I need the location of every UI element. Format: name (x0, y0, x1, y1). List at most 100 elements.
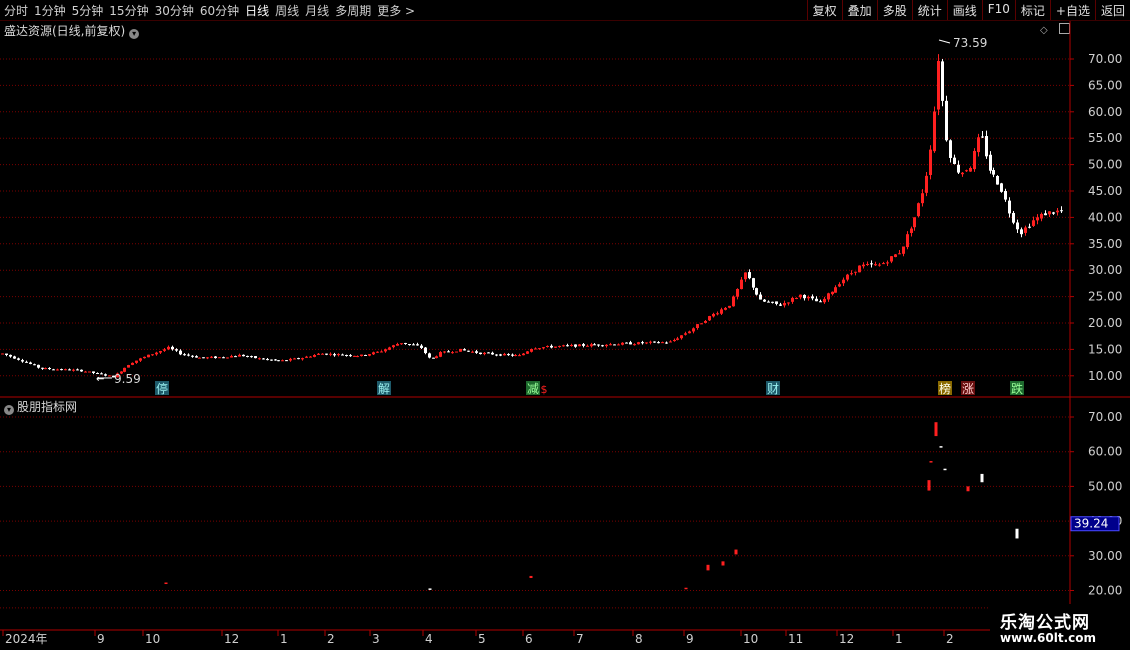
candle-body (266, 359, 269, 361)
candle-body (712, 313, 715, 317)
candle-body (866, 263, 869, 265)
candle-body (1000, 183, 1003, 192)
time-label: 2 (327, 632, 335, 646)
candle-body (175, 349, 178, 351)
candle-body (159, 351, 162, 353)
indicator-bar (927, 480, 931, 491)
candle-body (645, 342, 648, 344)
candle-body (33, 364, 36, 366)
time-label: 5 (478, 632, 486, 646)
indicator-bar (684, 587, 688, 590)
indicator-bar (943, 468, 947, 471)
candle-body (64, 369, 67, 371)
candle-body (902, 246, 905, 254)
price-tick-label: 30.00 (1088, 263, 1122, 277)
price-tick-label: 55.00 (1088, 131, 1122, 145)
candle-body (1044, 213, 1047, 216)
candle-body (325, 353, 328, 355)
candle-body (973, 150, 976, 170)
candle-body (708, 316, 711, 321)
kline-chart[interactable]: 70.00 65.00 60.00 55.00 50.00 45.00 40.00 35.00… (0, 0, 1130, 650)
event-tag: 停 (156, 381, 168, 396)
candle-body (665, 342, 668, 344)
candle-body (1040, 213, 1043, 219)
candle-body (590, 344, 593, 347)
candle-body (84, 371, 87, 373)
candle-body (1016, 222, 1019, 230)
candle-body (443, 351, 446, 353)
candle-body (380, 351, 383, 353)
candle-body (890, 256, 893, 262)
watermark: 乐淘公式网 www.60lt.com (990, 604, 1130, 650)
candle-body (767, 301, 770, 303)
candle-body (475, 351, 478, 353)
candle-body (910, 228, 913, 233)
candle-body (949, 140, 952, 158)
candle-body (842, 279, 845, 284)
candle-body (724, 307, 727, 310)
candle-body (353, 355, 356, 357)
candle-body (673, 339, 676, 342)
candle-body (392, 345, 395, 348)
candle-body (408, 344, 411, 346)
indicator-tick-label: 70.00 (1088, 410, 1122, 424)
indicator-bar (934, 422, 938, 437)
candle-body (499, 354, 502, 356)
candle-body (684, 333, 687, 335)
watermark-url: www.60lt.com (1000, 631, 1097, 645)
candle-body (831, 291, 834, 295)
candle-body (526, 351, 529, 354)
candle-body (416, 344, 419, 346)
candle-body (511, 354, 514, 356)
candle-body (744, 272, 747, 280)
indicator-bar (980, 473, 984, 483)
candle-body (906, 234, 909, 248)
candle-body (372, 352, 375, 355)
indicator-bar (1015, 528, 1019, 539)
candle-body (653, 341, 656, 343)
candle-body (104, 374, 107, 376)
candle-body (692, 328, 695, 332)
candle-body (716, 313, 719, 315)
candle-body (870, 263, 873, 265)
candle-body (1056, 210, 1059, 213)
candle-body (1060, 210, 1063, 212)
candle-body (783, 303, 786, 306)
candle-body (412, 344, 415, 346)
candle-body (562, 345, 565, 347)
candle-body (676, 338, 679, 340)
candle-body (961, 172, 964, 175)
candle-body (534, 348, 537, 350)
candle-body (850, 273, 853, 275)
candle-body (60, 369, 63, 371)
candle-body (242, 354, 245, 357)
candle-body (752, 278, 755, 288)
candle-body (270, 359, 273, 361)
time-label: 9 (686, 632, 694, 646)
candle-body (281, 360, 284, 362)
candle-body (218, 357, 221, 359)
candle-body (25, 361, 28, 363)
candle-body (495, 354, 498, 356)
candle-body (566, 345, 569, 347)
candle-body (17, 358, 20, 360)
candle-body (913, 217, 916, 228)
indicator-bar (929, 461, 933, 463)
indicator-bar (966, 486, 970, 492)
price-tick-label: 15.00 (1088, 342, 1122, 356)
candle-body (823, 298, 826, 303)
candle-body (637, 342, 640, 345)
candle-body (965, 170, 968, 172)
time-label: 1 (895, 632, 903, 646)
candle-body (759, 294, 762, 300)
candle-body (321, 353, 324, 355)
candle-body (586, 345, 589, 347)
candle-body (882, 263, 885, 265)
candle-body (593, 344, 596, 346)
candle-body (76, 369, 79, 371)
time-label: 4 (425, 632, 433, 646)
indicator-tick-label: 20.00 (1088, 584, 1122, 598)
candle-body (5, 353, 8, 356)
indicator-tick-label: 50.00 (1088, 479, 1122, 493)
candle-body (795, 297, 798, 299)
